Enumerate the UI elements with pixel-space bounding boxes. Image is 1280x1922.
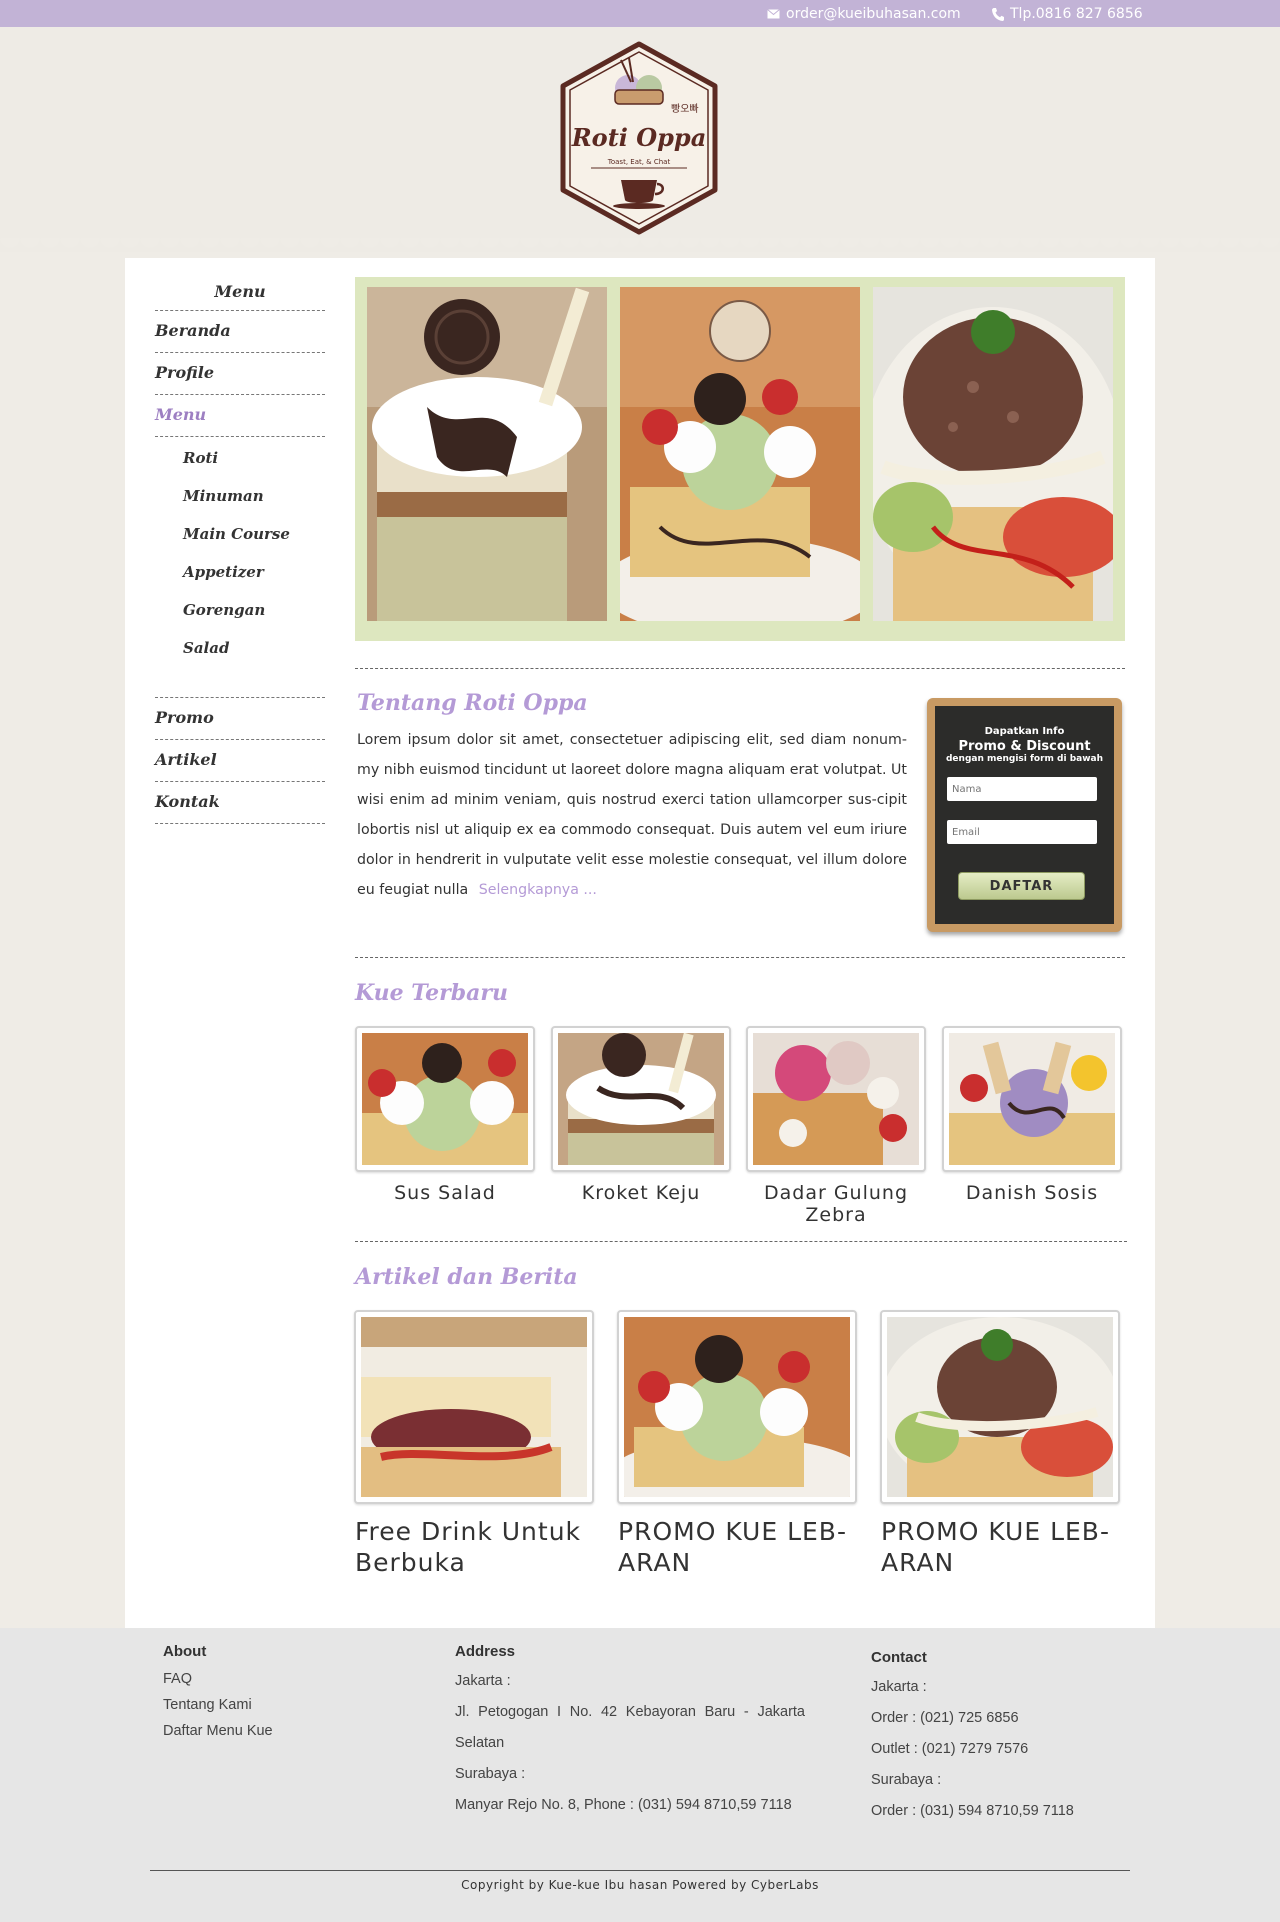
top-contact-bar: order@kueibuhasan.com Tlp.0816 827 6856 [0,0,1280,27]
latest-caption-4[interactable]: Danish Sosis [942,1182,1122,1204]
address-line: Jakarta : [455,1673,511,1689]
signup-line-1: Dapatkan Info [984,726,1065,737]
latest-caption-1[interactable]: Sus Salad [355,1182,535,1204]
email-field[interactable] [947,820,1097,844]
sidebar-item-beranda[interactable]: Beranda [155,310,325,352]
logo-korean-text: 빵오빠 [671,103,699,115]
scallop-border [0,238,1280,258]
logo-tagline-text: Toast, Eat, & Chat [607,158,671,166]
submenu-item-roti[interactable]: Roti [183,447,325,485]
article-caption-3[interactable]: PROMO KUE LEB-ARAN [881,1516,1131,1578]
submenu-item-main-course[interactable]: Main Course [183,523,325,561]
submenu-item-appetizer[interactable]: Appetizer [183,561,325,599]
footer-divider [150,1870,1130,1871]
contact-line: Jakarta : [871,1679,927,1695]
hero-slider[interactable] [355,277,1125,641]
latest-caption-2[interactable]: Kroket Keju [551,1182,731,1204]
name-field[interactable] [947,777,1097,801]
footer-about-title: About [163,1643,207,1660]
phone-icon [992,7,1004,21]
article-thumb-3[interactable] [880,1310,1120,1504]
slide-burger-toast-photo[interactable] [873,287,1113,621]
contact-line: Order : (031) 594 8710,59 7118 [871,1803,1074,1819]
about-paragraph: Lorem ipsum dolor sit amet, consectetuer… [357,732,907,898]
address-line: Manyar Rejo No. 8, Phone : (031) 594 871… [455,1797,792,1813]
articles-title: Artikel dan Berita [355,1264,578,1290]
article-caption-1[interactable]: Free Drink Untuk Berbuka [355,1516,605,1578]
sidebar-item-promo[interactable]: Promo [155,697,325,739]
copyright-text: Copyright by Kue-kue Ibu hasan Powered b… [461,1878,819,1892]
latest-thumb-3[interactable] [746,1026,926,1172]
article-thumb-2[interactable] [617,1310,857,1504]
signup-line-2: Promo & Discount [958,739,1091,754]
logo-brand-text: Roti Oppa [571,123,707,152]
section-divider [355,1241,1127,1242]
latest-thumb-1[interactable] [355,1026,535,1172]
daftar-button[interactable]: DAFTAR [958,872,1085,900]
sidebar-divider [155,823,325,824]
contact-line: Order : (021) 725 6856 [871,1710,1019,1726]
latest-caption-3[interactable]: Dadar Gulung Zebra [746,1182,926,1226]
article-thumb-1[interactable] [354,1310,594,1504]
footer-link-daftar-menu[interactable]: Daftar Menu Kue [163,1718,273,1744]
sidebar-item-artikel[interactable]: Artikel [155,739,325,781]
contact-line: Surabaya : [871,1772,942,1788]
footer-link-tentang-kami[interactable]: Tentang Kami [163,1692,273,1718]
latest-thumb-2[interactable] [551,1026,731,1172]
submenu-item-gorengan[interactable]: Gorengan [183,599,325,637]
sidebar-item-profile[interactable]: Profile [155,352,325,394]
section-divider [355,668,1125,669]
about-text-block: Lorem ipsum dolor sit amet, consectetuer… [357,725,907,905]
email-contact[interactable]: order@kueibuhasan.com [767,6,961,22]
footer-address-column: Address Jakarta : Jl. Petogogan I No. 42… [455,1643,805,1821]
signup-chalkboard: Dapatkan Info Promo & Discount dengan me… [927,698,1122,932]
about-title: Tentang Roti Oppa [357,690,588,716]
latest-thumb-4[interactable] [942,1026,1122,1172]
footer-link-faq[interactable]: FAQ [163,1666,273,1692]
mail-icon [767,9,780,19]
footer-contact-column: Contact Jakarta : Order : (021) 725 6856… [871,1649,1074,1827]
sidebar-submenu: Roti Minuman Main Course Appetizer Goren… [155,436,325,697]
address-line: Surabaya : [455,1766,526,1782]
address-line: Jl. Petogogan I No. 42 Kebayoran Baru - … [455,1704,805,1751]
signup-form: Dapatkan Info Promo & Discount dengan me… [935,706,1114,924]
email-text[interactable]: order@kueibuhasan.com [786,6,961,22]
phone-text[interactable]: Tlp.0816 827 6856 [1010,6,1143,22]
phone-contact[interactable]: Tlp.0816 827 6856 [992,6,1143,22]
sidebar-nav: Menu Beranda Profile Menu Roti Minuman M… [155,282,325,824]
read-more-link[interactable]: Selengkapnya ... [479,882,597,898]
footer-contact-title: Contact [871,1649,927,1666]
roti-oppa-logo[interactable]: 빵오빠 Roti Oppa Toast, Eat, & Chat [553,40,725,236]
contact-line: Outlet : (021) 7279 7576 [871,1741,1029,1757]
latest-title: Kue Terbaru [355,980,508,1006]
submenu-item-minuman[interactable]: Minuman [183,485,325,523]
article-caption-2[interactable]: PROMO KUE LEB-ARAN [618,1516,868,1578]
footer-address-title: Address [455,1643,516,1660]
slide-ice-cream-toast-photo[interactable] [620,287,860,621]
slide-milkshake-photo[interactable] [367,287,607,621]
sidebar-item-kontak[interactable]: Kontak [155,781,325,823]
submenu-item-salad[interactable]: Salad [183,637,325,675]
footer-about-column: About FAQ Tentang Kami Daftar Menu Kue [163,1643,273,1744]
sidebar-title: Menu [214,282,266,301]
signup-line-3: dengan mengisi form di bawah [945,754,1104,764]
section-divider [355,957,1125,958]
sidebar-item-menu[interactable]: Menu [155,394,325,436]
